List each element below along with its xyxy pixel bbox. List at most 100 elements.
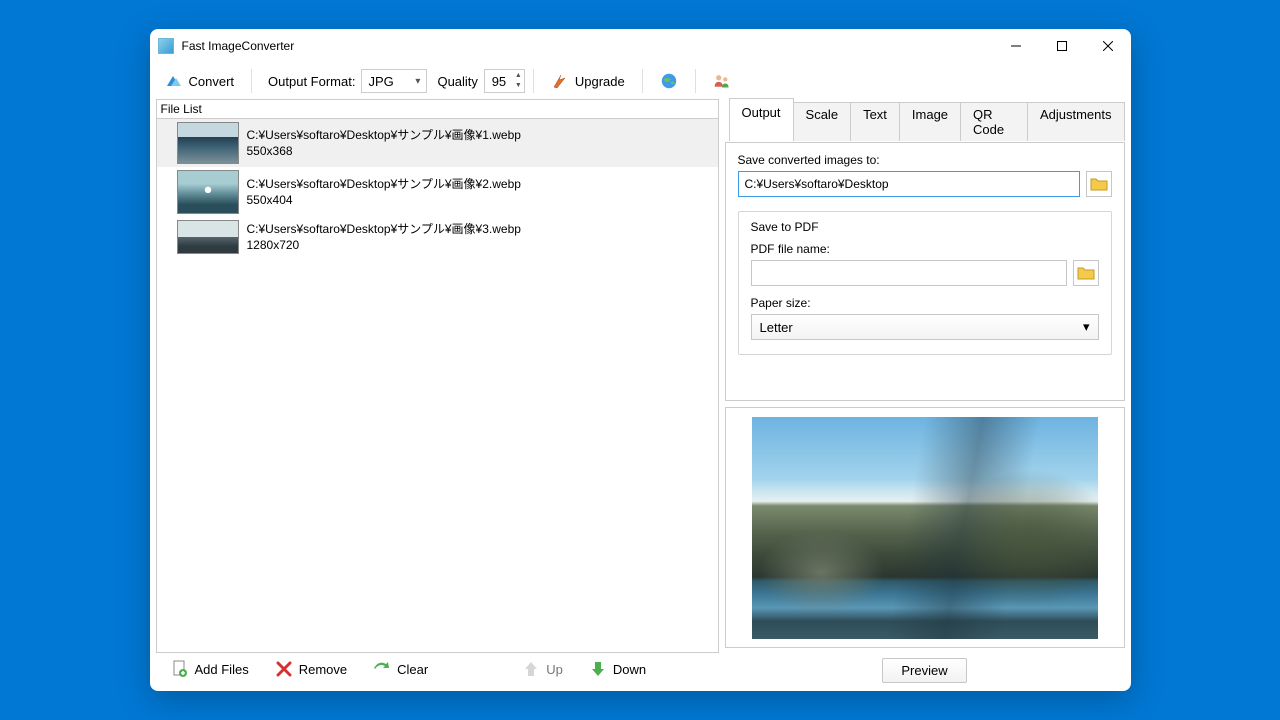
browse-save-to-button[interactable] — [1086, 171, 1112, 197]
up-label: Up — [546, 662, 563, 677]
preview-image — [752, 417, 1098, 639]
up-icon — [522, 660, 540, 678]
minimize-icon — [1011, 41, 1021, 51]
folder-icon — [1077, 266, 1095, 280]
thumbnail — [177, 220, 239, 254]
list-item[interactable]: C:¥Users¥softaro¥Desktop¥サンプル¥画像¥1.webp … — [157, 119, 718, 167]
add-files-button[interactable]: Add Files — [162, 655, 258, 683]
convert-label: Convert — [189, 74, 235, 89]
up-button[interactable]: Up — [513, 655, 572, 683]
right-column: Output Scale Text Image QR Code Adjustme… — [725, 99, 1125, 685]
paper-size-row: Paper size: Letter ▾ — [751, 296, 1099, 340]
file-meta: C:¥Users¥softaro¥Desktop¥サンプル¥画像¥2.webp … — [247, 176, 521, 208]
globe-icon — [660, 72, 678, 90]
paper-size-label: Paper size: — [751, 296, 1099, 310]
tab-output[interactable]: Output — [729, 98, 794, 141]
tab-text[interactable]: Text — [850, 102, 900, 141]
save-to-row: Save converted images to: — [738, 153, 1112, 197]
file-path: C:¥Users¥softaro¥Desktop¥サンプル¥画像¥1.webp — [247, 127, 521, 143]
upgrade-icon — [551, 72, 569, 90]
down-label: Down — [613, 662, 646, 677]
file-dims: 550x368 — [247, 143, 521, 159]
output-format-label: Output Format: — [268, 74, 355, 89]
quality-down-icon[interactable]: ▼ — [513, 81, 524, 91]
window-title: Fast ImageConverter — [182, 39, 993, 53]
tab-image[interactable]: Image — [899, 102, 961, 141]
separator — [642, 69, 643, 93]
chevron-down-icon: ▾ — [1083, 319, 1090, 335]
file-meta: C:¥Users¥softaro¥Desktop¥サンプル¥画像¥3.webp … — [247, 221, 521, 253]
remove-icon — [275, 660, 293, 678]
left-column: File List C:¥Users¥softaro¥Desktop¥サンプル¥… — [156, 99, 719, 685]
save-to-pdf-fieldset: Save to PDF PDF file name: — [738, 211, 1112, 355]
convert-icon — [165, 72, 183, 90]
quality-up-icon[interactable]: ▲ — [513, 71, 524, 81]
tabs-wrapper: Output Scale Text Image QR Code Adjustme… — [725, 99, 1125, 401]
add-files-icon — [171, 660, 189, 678]
down-button[interactable]: Down — [580, 655, 655, 683]
quality-value[interactable] — [485, 70, 513, 92]
app-icon — [158, 38, 174, 54]
pdf-filename-label: PDF file name: — [751, 242, 1099, 256]
tabstrip: Output Scale Text Image QR Code Adjustme… — [725, 98, 1125, 141]
browse-pdf-button[interactable] — [1073, 260, 1099, 286]
chevron-down-icon: ▾ — [415, 76, 420, 87]
titlebar: Fast ImageConverter — [150, 29, 1131, 63]
tab-adjustments[interactable]: Adjustments — [1027, 102, 1125, 141]
thumbnail — [177, 170, 239, 214]
folder-icon — [1090, 177, 1108, 191]
convert-button[interactable]: Convert — [156, 67, 244, 95]
upgrade-button[interactable]: Upgrade — [542, 67, 634, 95]
clear-label: Clear — [397, 662, 428, 677]
list-item[interactable]: C:¥Users¥softaro¥Desktop¥サンプル¥画像¥2.webp … — [157, 167, 718, 217]
tab-qrcode[interactable]: QR Code — [960, 102, 1028, 141]
thumbnail — [177, 122, 239, 164]
save-to-label: Save converted images to: — [738, 153, 1112, 167]
app-window: Fast ImageConverter Convert Output Forma… — [150, 29, 1131, 691]
separator — [533, 69, 534, 93]
tab-content-output: Save converted images to: Save to PDF — [726, 142, 1124, 400]
file-dims: 1280x720 — [247, 237, 521, 253]
save-to-pdf-label: Save to PDF — [747, 220, 823, 234]
toolbar: Convert Output Format: JPG ▾ Quality ▲ ▼… — [150, 63, 1131, 99]
preview-button[interactable]: Preview — [882, 658, 966, 683]
clear-button[interactable]: Clear — [364, 655, 437, 683]
separator — [251, 69, 252, 93]
users-icon — [713, 72, 731, 90]
list-item[interactable]: C:¥Users¥softaro¥Desktop¥サンプル¥画像¥3.webp … — [157, 217, 718, 257]
file-meta: C:¥Users¥softaro¥Desktop¥サンプル¥画像¥1.webp … — [247, 127, 521, 159]
output-format-select[interactable]: JPG ▾ — [361, 69, 427, 93]
tabs-panel: Save converted images to: Save to PDF — [725, 142, 1125, 401]
save-to-input[interactable] — [738, 171, 1080, 197]
file-dims: 550x404 — [247, 192, 521, 208]
tab-scale[interactable]: Scale — [793, 102, 852, 141]
globe-button[interactable] — [651, 67, 687, 95]
clear-icon — [373, 660, 391, 678]
remove-button[interactable]: Remove — [266, 655, 356, 683]
quality-spinner[interactable]: ▲ ▼ — [484, 69, 525, 93]
paper-size-select[interactable]: Letter ▾ — [751, 314, 1099, 340]
quality-label: Quality — [437, 74, 477, 89]
pdf-filename-row: PDF file name: — [751, 242, 1099, 286]
preview-button-row: Preview — [725, 654, 1125, 685]
maximize-icon — [1057, 41, 1067, 51]
filelist[interactable]: C:¥Users¥softaro¥Desktop¥サンプル¥画像¥1.webp … — [156, 118, 719, 653]
file-path: C:¥Users¥softaro¥Desktop¥サンプル¥画像¥2.webp — [247, 176, 521, 192]
separator — [695, 69, 696, 93]
maximize-button[interactable] — [1039, 29, 1085, 63]
filelist-header: File List — [156, 99, 719, 118]
body: File List C:¥Users¥softaro¥Desktop¥サンプル¥… — [150, 99, 1131, 691]
add-files-label: Add Files — [195, 662, 249, 677]
close-icon — [1103, 41, 1113, 51]
paper-size-value: Letter — [760, 320, 793, 335]
pdf-filename-input[interactable] — [751, 260, 1067, 286]
output-format-value: JPG — [368, 74, 393, 89]
users-button[interactable] — [704, 67, 740, 95]
minimize-button[interactable] — [993, 29, 1039, 63]
down-icon — [589, 660, 607, 678]
preview-box — [725, 407, 1125, 648]
remove-label: Remove — [299, 662, 347, 677]
file-path: C:¥Users¥softaro¥Desktop¥サンプル¥画像¥3.webp — [247, 221, 521, 237]
close-button[interactable] — [1085, 29, 1131, 63]
bottombar: Add Files Remove Clear Up Down — [156, 653, 719, 685]
